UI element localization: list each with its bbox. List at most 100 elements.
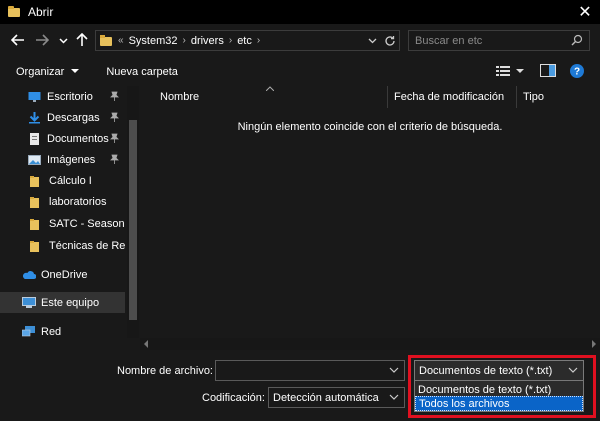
view-options-button[interactable] (516, 66, 524, 78)
sidebar-item-label: SATC - Season2 X (49, 217, 125, 230)
chevron-down-icon[interactable] (388, 391, 400, 403)
chevron-down-icon (368, 38, 376, 44)
sort-ascending-icon (266, 86, 274, 91)
back-button[interactable] (8, 30, 28, 50)
preview-pane-button[interactable] (540, 64, 556, 80)
chevron-down-icon (58, 37, 68, 44)
sidebar-scrollbar-thumb[interactable] (129, 120, 137, 320)
recent-locations-button[interactable] (56, 30, 70, 50)
navigation-bar: « System32 › drivers › etc › Buscar en e… (0, 24, 600, 58)
file-type-selected: Documentos de texto (*.txt) (419, 364, 553, 377)
pin-icon (110, 91, 119, 103)
file-type-select[interactable]: Documentos de texto (*.txt) (414, 360, 584, 381)
sidebar-scrollbar[interactable] (127, 86, 139, 338)
refresh-button[interactable] (381, 35, 399, 47)
change-view-button[interactable] (496, 65, 510, 80)
help-glyph: ? (574, 66, 580, 77)
up-button[interactable] (72, 30, 92, 50)
address-dropdown-button[interactable] (363, 36, 381, 45)
breadcrumb-separator[interactable]: › (229, 35, 232, 46)
folder-icon (8, 6, 20, 18)
help-button[interactable]: ? (570, 63, 584, 81)
folder-icon (100, 35, 112, 46)
computer-icon (22, 296, 36, 309)
column-header-type[interactable]: Tipo (523, 86, 544, 108)
chevron-down-icon (71, 69, 80, 73)
sidebar-item-tecnicas[interactable]: Técnicas de Reda (0, 235, 125, 256)
sidebar-item-label: Este equipo (41, 296, 100, 309)
breadcrumb-separator[interactable]: › (257, 35, 260, 46)
sidebar-item-escritorio[interactable]: Escritorio (0, 86, 125, 107)
pin-icon (110, 154, 119, 166)
forward-button[interactable] (32, 30, 52, 50)
sidebar-item-laboratorios[interactable]: laboratorios (0, 191, 125, 212)
sidebar-item-label: Cálculo I (49, 174, 92, 187)
sidebar-item-label: OneDrive (41, 268, 88, 281)
new-folder-button[interactable]: Nueva carpeta (106, 66, 178, 78)
onedrive-icon (22, 269, 37, 281)
sidebar-item-calculo[interactable]: Cálculo I (0, 170, 125, 191)
sidebar-item-satc[interactable]: SATC - Season2 X (0, 213, 125, 234)
breadcrumb-overflow[interactable]: « (118, 35, 124, 46)
documents-icon (28, 132, 41, 145)
encoding-select[interactable]: Detección automática (268, 387, 405, 408)
column-divider[interactable] (387, 86, 388, 108)
filename-input[interactable] (215, 360, 405, 381)
file-type-option-txt[interactable]: Documentos de texto (*.txt) (415, 382, 583, 397)
pin-icon (110, 112, 119, 124)
network-icon (21, 325, 35, 338)
sidebar-item-label: Técnicas de Reda (49, 239, 125, 252)
search-icon[interactable] (571, 34, 583, 46)
column-header-name[interactable]: Nombre (160, 86, 199, 108)
chevron-down-icon[interactable] (388, 364, 400, 376)
title-bar: Abrir ✕ (0, 0, 600, 24)
sidebar-item-label: Documentos (47, 132, 109, 145)
chevron-right-icon[interactable] (591, 340, 597, 348)
horizontal-scrollbar[interactable] (140, 338, 600, 350)
arrow-right-icon (36, 34, 49, 46)
file-type-option-all[interactable]: Todos los archivos (415, 396, 583, 411)
filename-label: Nombre de archivo: (117, 365, 213, 377)
view-controls: ? (496, 58, 600, 86)
breadcrumb-separator[interactable]: › (182, 35, 185, 46)
encoding-value: Detección automática (273, 391, 379, 404)
arrow-left-icon (11, 34, 24, 46)
chevron-down-icon[interactable] (567, 364, 579, 376)
breadcrumb-etc[interactable]: etc (237, 35, 252, 47)
empty-state-message: Ningún elemento coincide con el criterio… (237, 121, 503, 133)
address-actions (363, 31, 399, 50)
chevron-left-icon[interactable] (143, 340, 149, 348)
arrow-up-icon (76, 33, 88, 46)
download-icon (28, 111, 41, 124)
breadcrumb-drivers[interactable]: drivers (191, 35, 224, 47)
folder-icon (30, 218, 43, 230)
column-header-date[interactable]: Fecha de modificación (394, 86, 504, 108)
details-view-icon (496, 65, 510, 76)
sidebar-item-label: Escritorio (47, 90, 93, 103)
organize-button[interactable]: Organizar (16, 66, 80, 78)
pictures-icon (28, 154, 41, 166)
sidebar-item-red[interactable]: Red (0, 321, 125, 342)
help-icon: ? (570, 63, 584, 78)
column-divider[interactable] (516, 86, 517, 108)
preview-pane-icon (540, 64, 556, 77)
sidebar-item-label: Descargas (47, 111, 100, 124)
search-input[interactable]: Buscar en etc (415, 35, 482, 47)
sidebar-item-imagenes[interactable]: Imágenes (0, 149, 125, 170)
sidebar-item-descargas[interactable]: Descargas (0, 107, 125, 128)
search-box[interactable]: Buscar en etc (408, 30, 590, 51)
sidebar-item-onedrive[interactable]: OneDrive (0, 264, 125, 285)
pin-icon (110, 133, 119, 145)
address-bar[interactable]: « System32 › drivers › etc › (95, 30, 400, 51)
sidebar-item-documentos[interactable]: Documentos (0, 128, 125, 149)
file-list: Nombre Fecha de modificación Tipo Ningún… (140, 86, 600, 350)
window-title: Abrir (28, 5, 54, 19)
folder-icon (30, 196, 43, 208)
sidebar-item-label: laboratorios (49, 195, 107, 208)
file-type-dropdown-list: Documentos de texto (*.txt) Todos los ar… (414, 380, 584, 412)
sidebar-item-label: Imágenes (47, 153, 96, 166)
sidebar-item-este-equipo[interactable]: Este equipo (0, 292, 125, 313)
breadcrumb-system32[interactable]: System32 (129, 35, 178, 47)
close-button[interactable]: ✕ (570, 0, 600, 24)
encoding-label: Codificación: (202, 392, 265, 404)
